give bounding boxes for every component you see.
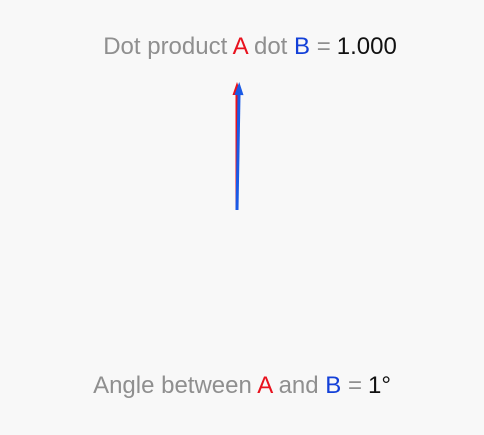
angle-readout: Angle between A and B = 1° bbox=[0, 372, 484, 400]
vector-diagram: Dot product A dot B = 1.000 Angle between… bbox=[0, 0, 484, 435]
vectors-canvas bbox=[232, 82, 244, 211]
angle-equals-sign: = bbox=[347, 372, 362, 399]
angle-vector-a-label: A bbox=[257, 372, 272, 399]
angle-vector-b-label: B bbox=[325, 372, 342, 399]
angle-value: 1° bbox=[367, 372, 391, 399]
vector-b-shaft bbox=[235, 94, 241, 211]
angle-prefix: Angle between bbox=[93, 372, 252, 399]
and-word: and bbox=[278, 372, 319, 399]
